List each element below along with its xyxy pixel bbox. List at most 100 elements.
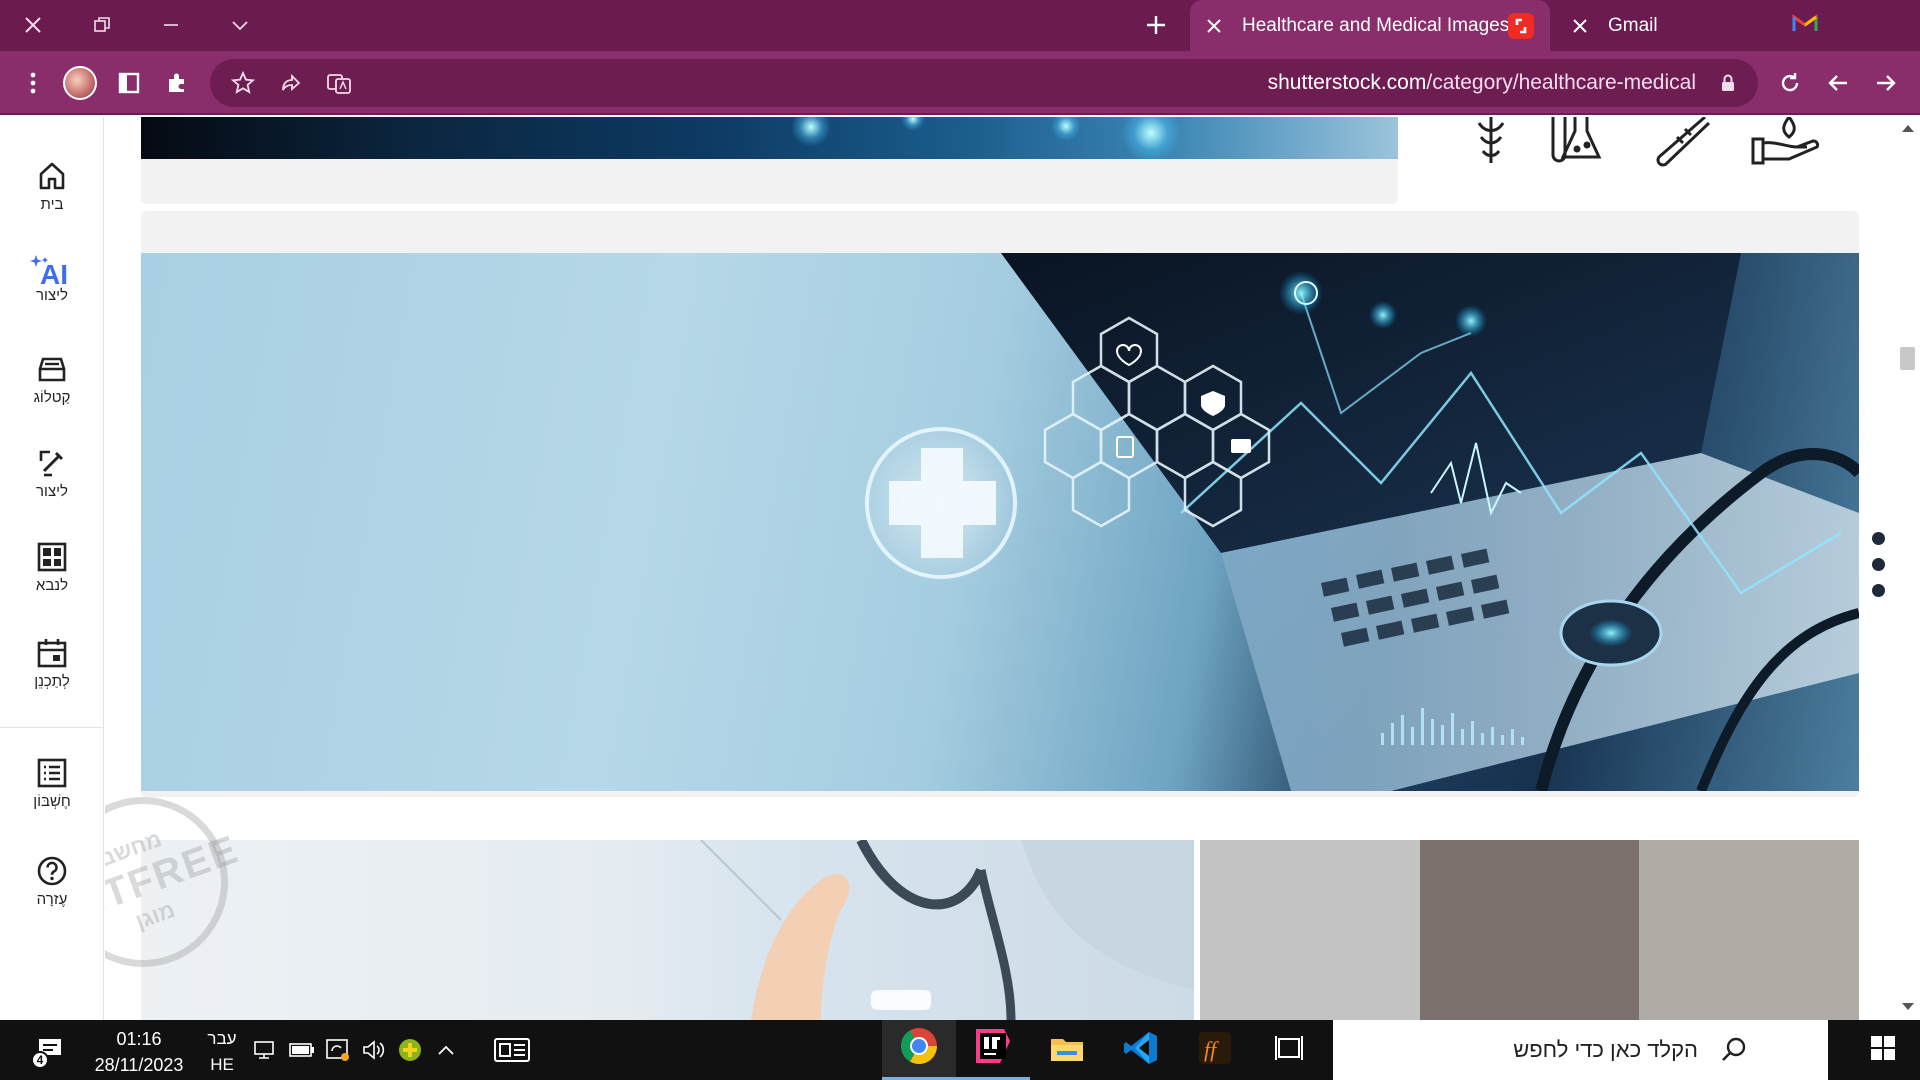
help-icon: [37, 856, 67, 886]
ai-sparkle-icon: AI: [30, 253, 74, 290]
search-icon: [1720, 1036, 1748, 1069]
shutterstock-icon: [1508, 12, 1534, 39]
new-tab-icon[interactable]: [1140, 9, 1172, 41]
notification-badge: 4: [31, 1051, 49, 1069]
extensions-icon[interactable]: [159, 65, 195, 101]
battery-icon[interactable]: [288, 1020, 316, 1080]
reload-icon[interactable]: [1772, 65, 1808, 101]
volume-icon[interactable]: [360, 1020, 388, 1080]
account-list-icon: [37, 758, 67, 788]
close-tab-icon[interactable]: [1568, 14, 1592, 38]
top-medical-image[interactable]: [141, 117, 1398, 159]
vscode-icon: [1123, 1030, 1159, 1071]
doctor-stethoscope-image[interactable]: [141, 840, 1194, 1020]
clock-time: 01:16: [116, 1029, 162, 1049]
language-code: HE: [210, 1055, 234, 1074]
sidebar-item-label: לנבא: [35, 577, 69, 594]
flask-icon: [1551, 117, 1602, 163]
browser-toolbar: shutterstock.com/category/healthcare-med…: [0, 51, 1920, 115]
medical-icons-strip: [1477, 117, 1820, 167]
sidebar-item-home[interactable]: בית: [0, 160, 104, 213]
taskbar-search-box[interactable]: הקלד כאן כדי לחפש: [1333, 1020, 1828, 1080]
lock-icon[interactable]: [1710, 65, 1746, 101]
bookmark-star-icon[interactable]: [225, 65, 261, 101]
taskbar-app-intellij[interactable]: [956, 1020, 1030, 1080]
ai-text: AI: [40, 259, 68, 290]
sync-icon[interactable]: [324, 1020, 352, 1080]
intellij-icon: [974, 1027, 1012, 1070]
caduceus-icon: [1477, 117, 1505, 163]
tab-title: Gmail: [1608, 14, 1658, 36]
taskbar-app-vscode[interactable]: [1104, 1020, 1178, 1080]
system-clock[interactable]: 01:16 28/11/2023: [84, 1026, 194, 1078]
hand-heart-icon: [1751, 117, 1820, 165]
show-hidden-icons-chevron-icon[interactable]: [432, 1020, 460, 1080]
more-menu-icon[interactable]: [15, 65, 51, 101]
home-icon: [39, 162, 65, 190]
side-panel-icon[interactable]: [111, 65, 147, 101]
dashboard-icon: [37, 542, 67, 572]
news-widget-icon[interactable]: [488, 1020, 536, 1080]
carousel-dot[interactable]: [1872, 558, 1885, 571]
grey-palette-image[interactable]: [1200, 840, 1860, 1020]
minimize-window-icon[interactable]: [155, 9, 187, 41]
taskbar-task-view[interactable]: [1252, 1020, 1326, 1080]
sidebar-item-label: בית: [40, 196, 64, 213]
carousel-dot[interactable]: [1872, 584, 1885, 597]
edit-pencil-icon: [39, 450, 64, 477]
carousel-dot[interactable]: [1872, 532, 1885, 545]
restore-window-icon[interactable]: [86, 9, 118, 41]
windows-logo-icon: [1870, 1035, 1896, 1066]
notification-center-icon[interactable]: 4: [28, 1020, 72, 1080]
sidebar-item-plan[interactable]: לְתַכְנֵן: [0, 637, 104, 690]
network-icon[interactable]: [252, 1020, 280, 1080]
address-bar[interactable]: shutterstock.com/category/healthcare-med…: [210, 59, 1758, 107]
hero-illustration: [861, 253, 1859, 791]
url-text[interactable]: shutterstock.com/category/healthcare-med…: [1268, 71, 1696, 95]
font-app-icon: ff: [1198, 1031, 1232, 1070]
profile-avatar[interactable]: [63, 66, 97, 100]
sidebar-item-create[interactable]: ליצור: [0, 447, 104, 500]
sidebar-item-help[interactable]: עֶזרָה: [0, 855, 104, 908]
sidebar-item-ai-create[interactable]: AI ליצור: [0, 253, 104, 304]
sidebar-divider: [0, 727, 104, 728]
scroll-down-icon[interactable]: [1902, 1003, 1914, 1010]
hero-image[interactable]: [141, 253, 1859, 791]
sidebar-item-label: לְתַכְנֵן: [34, 673, 70, 690]
tab-healthcare[interactable]: Healthcare and Medical Images,: [1190, 0, 1550, 51]
sidebar-item-predict[interactable]: לנבא: [0, 541, 104, 594]
forward-arrow-icon[interactable]: [1868, 65, 1904, 101]
tab-gmail[interactable]: Gmail: [1556, 0, 1826, 51]
sidebar-item-label: קַטלוֹג: [33, 389, 71, 406]
sidebar-item-account[interactable]: חֶשְׁבּוֹן: [0, 757, 104, 810]
browser-title-bar: Healthcare and Medical Images, Gmail: [0, 0, 1920, 51]
taskbar-app-chrome[interactable]: [882, 1020, 956, 1080]
left-sidebar: בית AI ליצור קַטלוֹג ליצור לנבא לְתַכְנֵ…: [0, 117, 104, 1020]
taskbar-app-file-explorer[interactable]: [1030, 1020, 1104, 1080]
sidebar-item-label: עֶזרָה: [36, 891, 68, 908]
vertical-scrollbar[interactable]: [1895, 117, 1920, 1020]
clock-date: 28/11/2023: [94, 1055, 184, 1075]
taskbar-app-font[interactable]: ff: [1178, 1020, 1252, 1080]
share-icon[interactable]: [273, 65, 309, 101]
url-path: /category/healthcare-medical: [1426, 71, 1696, 94]
catalog-icon: [38, 357, 66, 382]
scrollbar-thumb[interactable]: [1900, 347, 1915, 370]
close-window-icon[interactable]: [17, 9, 49, 41]
translate-icon[interactable]: [321, 65, 357, 101]
search-placeholder: הקלד כאן כדי לחפש: [1513, 1037, 1698, 1062]
task-view-icon: [1274, 1034, 1304, 1067]
start-button[interactable]: [1858, 1020, 1908, 1080]
calendar-icon: [37, 639, 67, 668]
language-indicator[interactable]: עבר HE: [200, 1026, 244, 1078]
sidebar-item-catalog[interactable]: קַטלוֹג: [0, 353, 104, 406]
close-tab-icon[interactable]: [1202, 14, 1226, 38]
sidebar-item-label: חֶשְׁבּוֹן: [33, 793, 71, 810]
back-arrow-icon[interactable]: [1820, 65, 1856, 101]
tab-search-dropdown-icon[interactable]: [224, 9, 256, 41]
status-green-icon[interactable]: [396, 1020, 424, 1080]
language-name: עבר: [207, 1029, 237, 1048]
tab-title: Healthcare and Medical Images,: [1242, 14, 1508, 36]
file-explorer-icon: [1049, 1033, 1085, 1068]
scroll-up-icon[interactable]: [1902, 125, 1914, 132]
